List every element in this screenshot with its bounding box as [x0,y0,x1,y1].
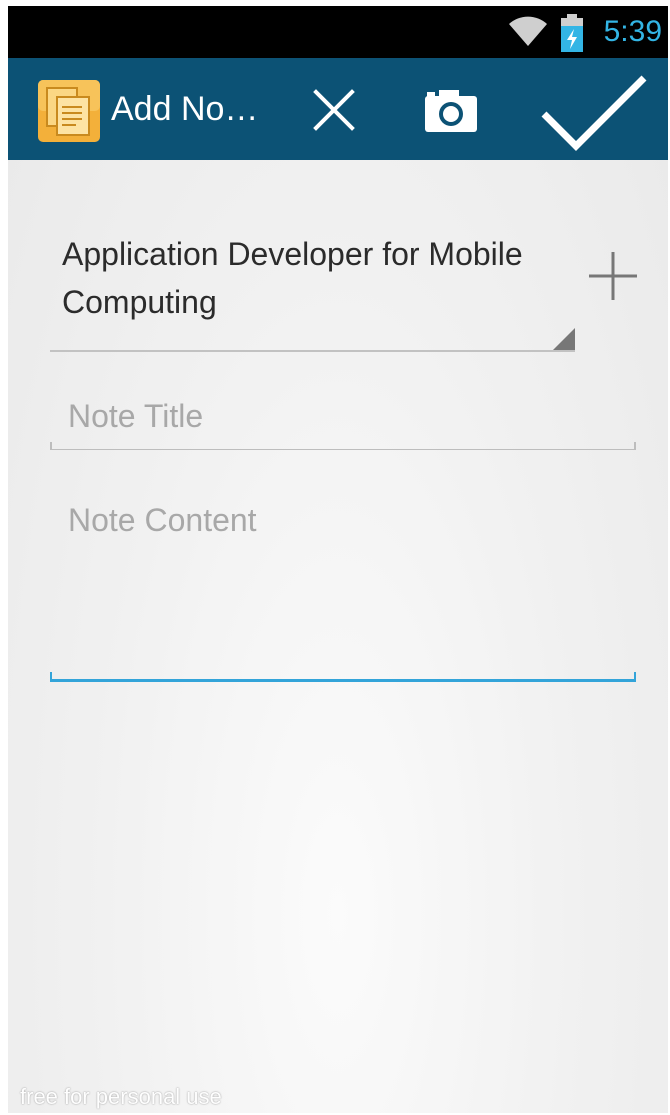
plus-icon[interactable] [583,246,643,306]
close-icon[interactable] [308,84,360,136]
status-time: 5:39 [603,15,662,48]
note-title-underline [50,449,636,450]
note-title-right-tick [634,442,636,450]
camera-icon[interactable] [421,86,481,136]
screen: 5:39 Add No… Application Developer for M… [8,6,668,1113]
notes-app-icon[interactable] [38,80,100,142]
note-title-field[interactable]: Note Title [50,390,636,450]
page-title: Add No… [111,90,259,128]
note-content-underline [50,679,636,682]
course-spinner-value: Application Developer for Mobile Computi… [62,236,523,320]
wifi-icon [509,16,547,46]
action-bar: Add No… [8,58,668,160]
battery-charging-icon [561,14,583,52]
watermark: free for personal use [20,1084,222,1109]
note-title-left-tick [50,442,52,450]
note-content-right-tick [634,672,636,682]
checkmark-icon[interactable] [538,70,650,152]
note-content-left-tick [50,672,52,682]
spinner-underline [50,350,575,352]
status-bar: 5:39 [8,6,668,58]
note-content-placeholder: Note Content [68,502,257,538]
course-spinner[interactable]: Application Developer for Mobile Computi… [50,226,575,352]
dropdown-triangle-icon [553,328,575,350]
note-title-placeholder: Note Title [68,398,204,434]
note-content-field[interactable]: Note Content [50,496,636,682]
